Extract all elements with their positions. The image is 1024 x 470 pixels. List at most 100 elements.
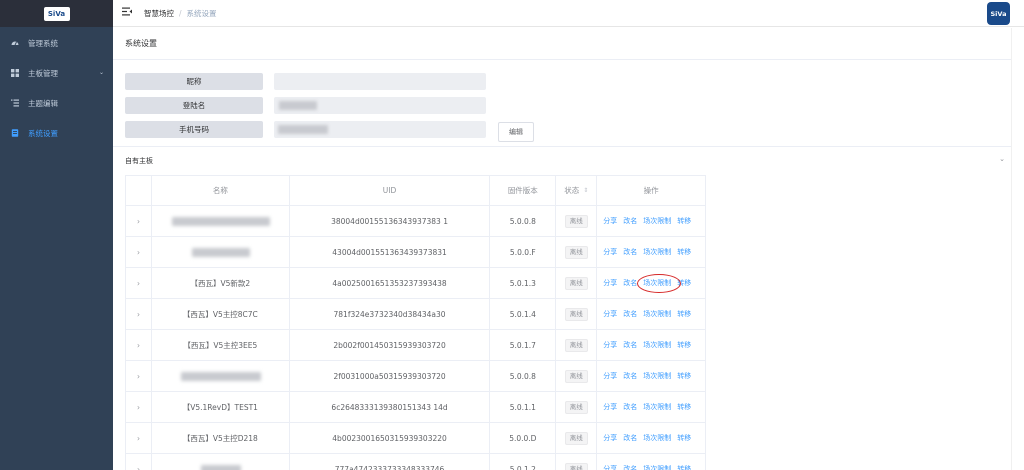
- table-row[interactable]: › 【V5.1RevD】TEST1 6c2648333139380151343 14…: [126, 392, 707, 423]
- transfer-link[interactable]: 转移: [677, 433, 691, 443]
- share-link[interactable]: 分享: [603, 340, 617, 350]
- avatar[interactable]: SiVa: [987, 2, 1010, 25]
- status-cell: 离线: [556, 237, 598, 267]
- breadcrumb-item-current: 系统设置: [186, 8, 217, 18]
- board-uid: 2f0031000a50315939303720: [290, 361, 491, 391]
- session-limit-link[interactable]: 场次限制: [643, 371, 671, 381]
- board-name: 【西瓦】V5新款2: [152, 268, 290, 298]
- share-link[interactable]: 分享: [603, 216, 617, 226]
- table-row[interactable]: › 2f0031000a50315939303720 5.0.0.8 离线 分享 改名 场次…: [126, 361, 707, 392]
- board-uid: 4a0025001651353237393438: [290, 268, 491, 298]
- scrollbar[interactable]: [1011, 28, 1024, 470]
- header-uid: UID: [290, 176, 491, 205]
- breadcrumb-item-home[interactable]: 智慧场控: [144, 8, 174, 19]
- expand-row-icon[interactable]: ›: [126, 237, 152, 267]
- rename-link[interactable]: 改名: [623, 371, 637, 381]
- rename-link[interactable]: 改名: [623, 464, 637, 470]
- share-link[interactable]: 分享: [603, 309, 617, 319]
- transfer-link[interactable]: 转移: [677, 278, 691, 288]
- expand-row-icon[interactable]: ›: [126, 268, 152, 298]
- actions-cell: 分享 改名 场次限制 转移: [597, 206, 707, 236]
- transfer-link[interactable]: 转移: [677, 247, 691, 257]
- status-cell: 离线: [556, 206, 598, 236]
- sidebar: SiVa 管理系统 主板管理 ⌄ 主题编辑 系统设置: [0, 0, 113, 470]
- header-expand: [126, 176, 152, 205]
- firmware-version: 5.0.1.4: [490, 299, 557, 329]
- session-limit-link[interactable]: 场次限制: [643, 433, 671, 443]
- table-row[interactable]: › 38004d00155136343937383 1 5.0.0.8 离线 分享 改名场…: [126, 206, 707, 237]
- dashboard-icon: [11, 39, 19, 47]
- hamburger-icon[interactable]: [122, 7, 132, 19]
- nickname-field[interactable]: [274, 73, 486, 90]
- table-row[interactable]: › 【西瓦】V5主控3EE5 2b002f001450315939303720 5.0…: [126, 330, 707, 361]
- header-status[interactable]: 状态 ⇕: [556, 176, 598, 205]
- actions-cell: 分享 改名 场次限制 转移: [597, 237, 707, 267]
- table-row[interactable]: › 777a4742333733348333746 5.0.1.2 离线 分享 改名 场次限…: [126, 454, 707, 470]
- login-field[interactable]: [274, 97, 486, 114]
- sidebar-item-label: 管理系统: [28, 38, 58, 48]
- table-row[interactable]: › 【西瓦】V5主控D218 4b0023001650315939303220 5.0…: [126, 423, 707, 454]
- table-row[interactable]: › 【西瓦】V5主控8C7C 781f324e3732340d38434a30 5.0…: [126, 299, 707, 330]
- transfer-link[interactable]: 转移: [677, 216, 691, 226]
- table-row[interactable]: › 43004d001551363439373831 5.0.0.F 离线 分享 改名 场次…: [126, 237, 707, 268]
- session-limit-link[interactable]: 场次限制: [643, 278, 671, 288]
- redacted-value: [171, 217, 270, 226]
- board-uid: 6c2648333139380151343 14d: [290, 392, 491, 422]
- firmware-version: 5.0.0.8: [490, 206, 557, 236]
- board-name: 【V5.1RevD】TEST1: [152, 392, 290, 422]
- expand-row-icon[interactable]: ›: [126, 330, 152, 360]
- status-badge: 离线: [564, 214, 588, 228]
- rename-link[interactable]: 改名: [623, 216, 637, 226]
- board-name: 【西瓦】V5主控8C7C: [152, 299, 290, 329]
- sidebar-item-theme[interactable]: 主题编辑: [0, 88, 113, 118]
- rename-link[interactable]: 改名: [623, 278, 637, 288]
- session-limit-link[interactable]: 场次限制: [643, 402, 671, 412]
- sidebar-item-settings[interactable]: 系统设置: [0, 118, 113, 148]
- board-uid: 43004d001551363439373831: [290, 237, 491, 267]
- sidebar-item-label: 主板管理: [28, 68, 58, 78]
- share-link[interactable]: 分享: [603, 371, 617, 381]
- table-row[interactable]: › 【西瓦】V5新款2 4a0025001651353237393438 5.0.1.…: [126, 268, 707, 299]
- share-link[interactable]: 分享: [603, 464, 617, 470]
- share-link[interactable]: 分享: [603, 278, 617, 288]
- chevron-down-icon[interactable]: ⌄: [999, 155, 1005, 163]
- firmware-version: 5.0.1.3: [490, 268, 557, 298]
- expand-row-icon[interactable]: ›: [126, 206, 152, 236]
- transfer-link[interactable]: 转移: [677, 340, 691, 350]
- phone-field[interactable]: [274, 121, 486, 138]
- rename-link[interactable]: 改名: [623, 247, 637, 257]
- transfer-link[interactable]: 转移: [677, 402, 691, 412]
- status-badge: 离线: [564, 245, 588, 259]
- expand-row-icon[interactable]: ›: [126, 299, 152, 329]
- sidebar-item-boards[interactable]: 主板管理 ⌄: [0, 58, 113, 88]
- share-link[interactable]: 分享: [603, 433, 617, 443]
- session-limit-link[interactable]: 场次限制: [643, 340, 671, 350]
- actions-cell: 分享 改名 场次限制 转移: [597, 361, 707, 391]
- header-name: 名称: [152, 176, 290, 205]
- expand-row-icon[interactable]: ›: [126, 392, 152, 422]
- transfer-link[interactable]: 转移: [677, 464, 691, 470]
- rename-link[interactable]: 改名: [623, 309, 637, 319]
- session-limit-link[interactable]: 场次限制: [643, 216, 671, 226]
- share-link[interactable]: 分享: [603, 402, 617, 412]
- rename-link[interactable]: 改名: [623, 433, 637, 443]
- expand-row-icon[interactable]: ›: [126, 423, 152, 453]
- header-actions: 操作: [597, 176, 707, 205]
- sidebar-item-management[interactable]: 管理系统: [0, 28, 113, 58]
- status-cell: 离线: [556, 330, 598, 360]
- session-limit-link[interactable]: 场次限制: [643, 247, 671, 257]
- edit-button[interactable]: 编辑: [498, 122, 534, 142]
- transfer-link[interactable]: 转移: [677, 309, 691, 319]
- sort-icon[interactable]: ⇕: [583, 187, 588, 194]
- rename-link[interactable]: 改名: [623, 340, 637, 350]
- transfer-link[interactable]: 转移: [677, 371, 691, 381]
- expand-row-icon[interactable]: ›: [126, 454, 152, 470]
- expand-row-icon[interactable]: ›: [126, 361, 152, 391]
- session-limit-link[interactable]: 场次限制: [643, 464, 671, 470]
- share-link[interactable]: 分享: [603, 247, 617, 257]
- rename-link[interactable]: 改名: [623, 402, 637, 412]
- nickname-label: 昵称: [125, 73, 263, 90]
- session-limit-link[interactable]: 场次限制: [643, 309, 671, 319]
- app-logo: SiVa: [43, 6, 70, 21]
- board-name-text: 【西瓦】V5主控D218: [182, 433, 258, 443]
